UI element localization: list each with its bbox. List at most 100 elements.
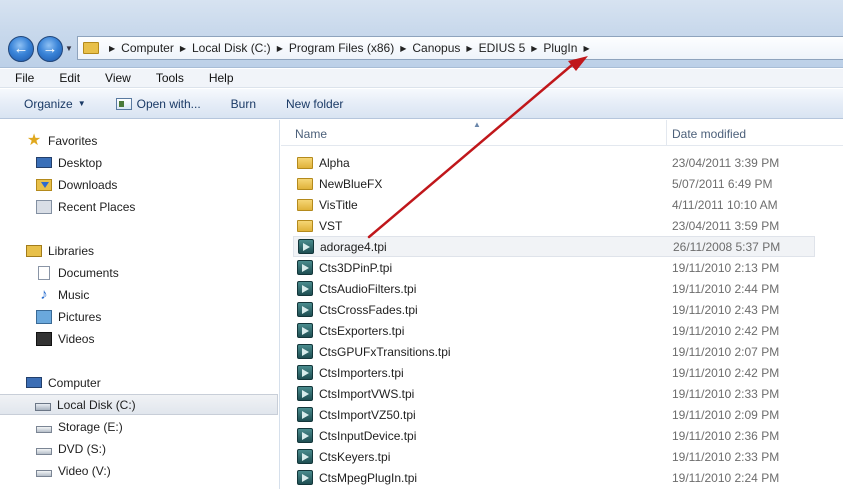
column-header-date-modified[interactable]: Date modified bbox=[672, 127, 746, 141]
command-bar: Organize ▼ Open with... Burn New folder bbox=[0, 89, 843, 119]
new-folder-button[interactable]: New folder bbox=[286, 97, 343, 111]
nav-item-desktop[interactable]: Desktop bbox=[0, 152, 278, 173]
plugin-file-icon bbox=[297, 470, 313, 485]
address-bar[interactable]: ▶ Computer ▶ Local Disk (C:) ▶ Program F… bbox=[77, 36, 843, 60]
nav-item-music[interactable]: ♪ Music bbox=[0, 284, 278, 305]
nav-item-local-disk[interactable]: Local Disk (C:) bbox=[0, 394, 278, 415]
back-button[interactable]: ← bbox=[8, 36, 34, 62]
nav-item-downloads[interactable]: Downloads bbox=[0, 174, 278, 195]
breadcrumb-computer[interactable]: Computer bbox=[121, 41, 174, 55]
organize-button[interactable]: Organize ▼ bbox=[24, 97, 86, 111]
dvd-drive-icon bbox=[36, 447, 52, 455]
breadcrumb-program-files[interactable]: Program Files (x86) bbox=[289, 41, 394, 55]
plugin-file-icon bbox=[297, 386, 313, 401]
navigation-pane: ★ Favorites Desktop Downloads Recent Pla… bbox=[0, 120, 280, 489]
file-date: 5/07/2011 6:49 PM bbox=[672, 176, 773, 191]
file-row[interactable]: CtsImporters.tpi 19/11/2010 2:42 PM bbox=[293, 362, 815, 383]
nav-item-label: DVD (S:) bbox=[58, 441, 106, 456]
plugin-file-icon bbox=[297, 365, 313, 380]
address-bar-area: ← → ▼ ▶ Computer ▶ Local Disk (C:) ▶ Pro… bbox=[0, 0, 843, 68]
nav-item-recent-places[interactable]: Recent Places bbox=[0, 196, 278, 217]
file-name: Cts3DPinP.tpi bbox=[319, 260, 393, 275]
breadcrumb-canopus[interactable]: Canopus bbox=[412, 41, 460, 55]
file-row[interactable]: Alpha 23/04/2011 3:39 PM bbox=[293, 152, 815, 173]
breadcrumb-plugin[interactable]: PlugIn bbox=[543, 41, 577, 55]
open-with-icon bbox=[115, 97, 132, 110]
nav-favorites-label: Favorites bbox=[48, 133, 98, 148]
file-row[interactable]: VST 23/04/2011 3:59 PM bbox=[293, 215, 815, 236]
menu-help[interactable]: Help bbox=[193, 71, 243, 85]
nav-computer-label: Computer bbox=[48, 375, 101, 390]
file-name: CtsInputDevice.tpi bbox=[319, 428, 417, 443]
file-name: CtsAudioFilters.tpi bbox=[319, 281, 417, 296]
plugin-file-icon bbox=[297, 302, 313, 317]
file-row[interactable]: CtsMpegPlugIn.tpi 19/11/2010 2:24 PM bbox=[293, 467, 815, 488]
file-row[interactable]: CtsCrossFades.tpi 19/11/2010 2:43 PM bbox=[293, 299, 815, 320]
file-date: 4/11/2011 10:10 AM bbox=[672, 197, 778, 212]
computer-icon bbox=[26, 377, 42, 388]
pictures-icon bbox=[36, 309, 52, 324]
open-with-button[interactable]: Open with... bbox=[115, 97, 201, 111]
file-date: 19/11/2010 2:33 PM bbox=[672, 449, 780, 464]
burn-button[interactable]: Burn bbox=[231, 97, 256, 111]
column-header-name[interactable]: Name bbox=[295, 127, 327, 141]
nav-item-label: Videos bbox=[58, 331, 95, 346]
chevron-right-icon[interactable]: ▶ bbox=[466, 44, 472, 53]
plugin-file-icon bbox=[297, 428, 313, 443]
file-name: CtsKeyers.tpi bbox=[319, 449, 391, 464]
file-row[interactable]: CtsGPUFxTransitions.tpi 19/11/2010 2:07 … bbox=[293, 341, 815, 362]
nav-computer[interactable]: Computer bbox=[0, 372, 278, 393]
file-row[interactable]: CtsImportVWS.tpi 19/11/2010 2:33 PM bbox=[293, 383, 815, 404]
column-headers: ▲ Name Date modified bbox=[281, 120, 843, 146]
forward-button[interactable]: → bbox=[37, 36, 63, 62]
nav-item-videos[interactable]: Videos bbox=[0, 328, 278, 349]
file-date: 26/11/2008 5:37 PM bbox=[673, 239, 781, 254]
file-row[interactable]: Cts3DPinP.tpi 19/11/2010 2:13 PM bbox=[293, 257, 815, 278]
chevron-right-icon[interactable]: ▶ bbox=[531, 44, 537, 53]
file-row[interactable]: CtsExporters.tpi 19/11/2010 2:42 PM bbox=[293, 320, 815, 341]
nav-item-documents[interactable]: Documents bbox=[0, 262, 278, 283]
file-row[interactable]: CtsAudioFilters.tpi 19/11/2010 2:44 PM bbox=[293, 278, 815, 299]
plugin-file-icon bbox=[297, 344, 313, 359]
nav-item-dvd[interactable]: DVD (S:) bbox=[0, 438, 278, 459]
menu-tools[interactable]: Tools bbox=[140, 71, 193, 85]
star-icon: ★ bbox=[26, 131, 42, 149]
menu-edit[interactable]: Edit bbox=[43, 71, 89, 85]
column-divider[interactable] bbox=[666, 120, 667, 146]
hard-drive-icon bbox=[35, 402, 51, 411]
file-row[interactable]: CtsImportVZ50.tpi 19/11/2010 2:09 PM bbox=[293, 404, 815, 425]
breadcrumb-edius[interactable]: EDIUS 5 bbox=[479, 41, 526, 55]
chevron-right-icon[interactable]: ▶ bbox=[109, 44, 115, 53]
nav-libraries[interactable]: Libraries bbox=[0, 240, 278, 261]
burn-label: Burn bbox=[230, 96, 257, 111]
menu-view[interactable]: View bbox=[89, 71, 140, 85]
chevron-right-icon[interactable]: ▶ bbox=[277, 44, 283, 53]
recent-pages-dropdown[interactable]: ▼ bbox=[65, 44, 75, 54]
file-date: 19/11/2010 2:42 PM bbox=[672, 365, 780, 380]
nav-item-video[interactable]: Video (V:) bbox=[0, 460, 278, 481]
file-row[interactable]: VisTitle 4/11/2011 10:10 AM bbox=[293, 194, 815, 215]
organize-label: Organize bbox=[24, 96, 73, 111]
file-list: ▲ Name Date modified Alpha 23/04/2011 3:… bbox=[281, 120, 843, 489]
nav-favorites[interactable]: ★ Favorites bbox=[0, 130, 278, 151]
nav-libraries-label: Libraries bbox=[48, 243, 95, 258]
file-row-highlighted[interactable]: adorage4.tpi 26/11/2008 5:37 PM bbox=[293, 236, 815, 257]
file-row[interactable]: CtsKeyers.tpi 19/11/2010 2:33 PM bbox=[293, 446, 815, 467]
chevron-right-icon[interactable]: ▶ bbox=[583, 44, 589, 53]
menu-file[interactable]: File bbox=[0, 71, 43, 85]
desktop-icon bbox=[36, 157, 52, 168]
chevron-right-icon[interactable]: ▶ bbox=[180, 44, 186, 53]
file-row[interactable]: NewBlueFX 5/07/2011 6:49 PM bbox=[293, 173, 815, 194]
nav-item-pictures[interactable]: Pictures bbox=[0, 306, 278, 327]
file-row[interactable]: CtsInputDevice.tpi 19/11/2010 2:36 PM bbox=[293, 425, 815, 446]
plugin-file-icon bbox=[298, 239, 314, 254]
chevron-right-icon[interactable]: ▶ bbox=[400, 44, 406, 53]
file-date: 19/11/2010 2:36 PM bbox=[672, 428, 780, 443]
file-name: CtsExporters.tpi bbox=[319, 323, 405, 338]
folder-icon bbox=[297, 156, 313, 169]
file-date: 19/11/2010 2:24 PM bbox=[672, 470, 780, 485]
breadcrumb-local-disk[interactable]: Local Disk (C:) bbox=[192, 41, 271, 55]
file-name: CtsImporters.tpi bbox=[319, 365, 404, 380]
documents-icon bbox=[38, 265, 50, 280]
nav-item-storage[interactable]: Storage (E:) bbox=[0, 416, 278, 437]
